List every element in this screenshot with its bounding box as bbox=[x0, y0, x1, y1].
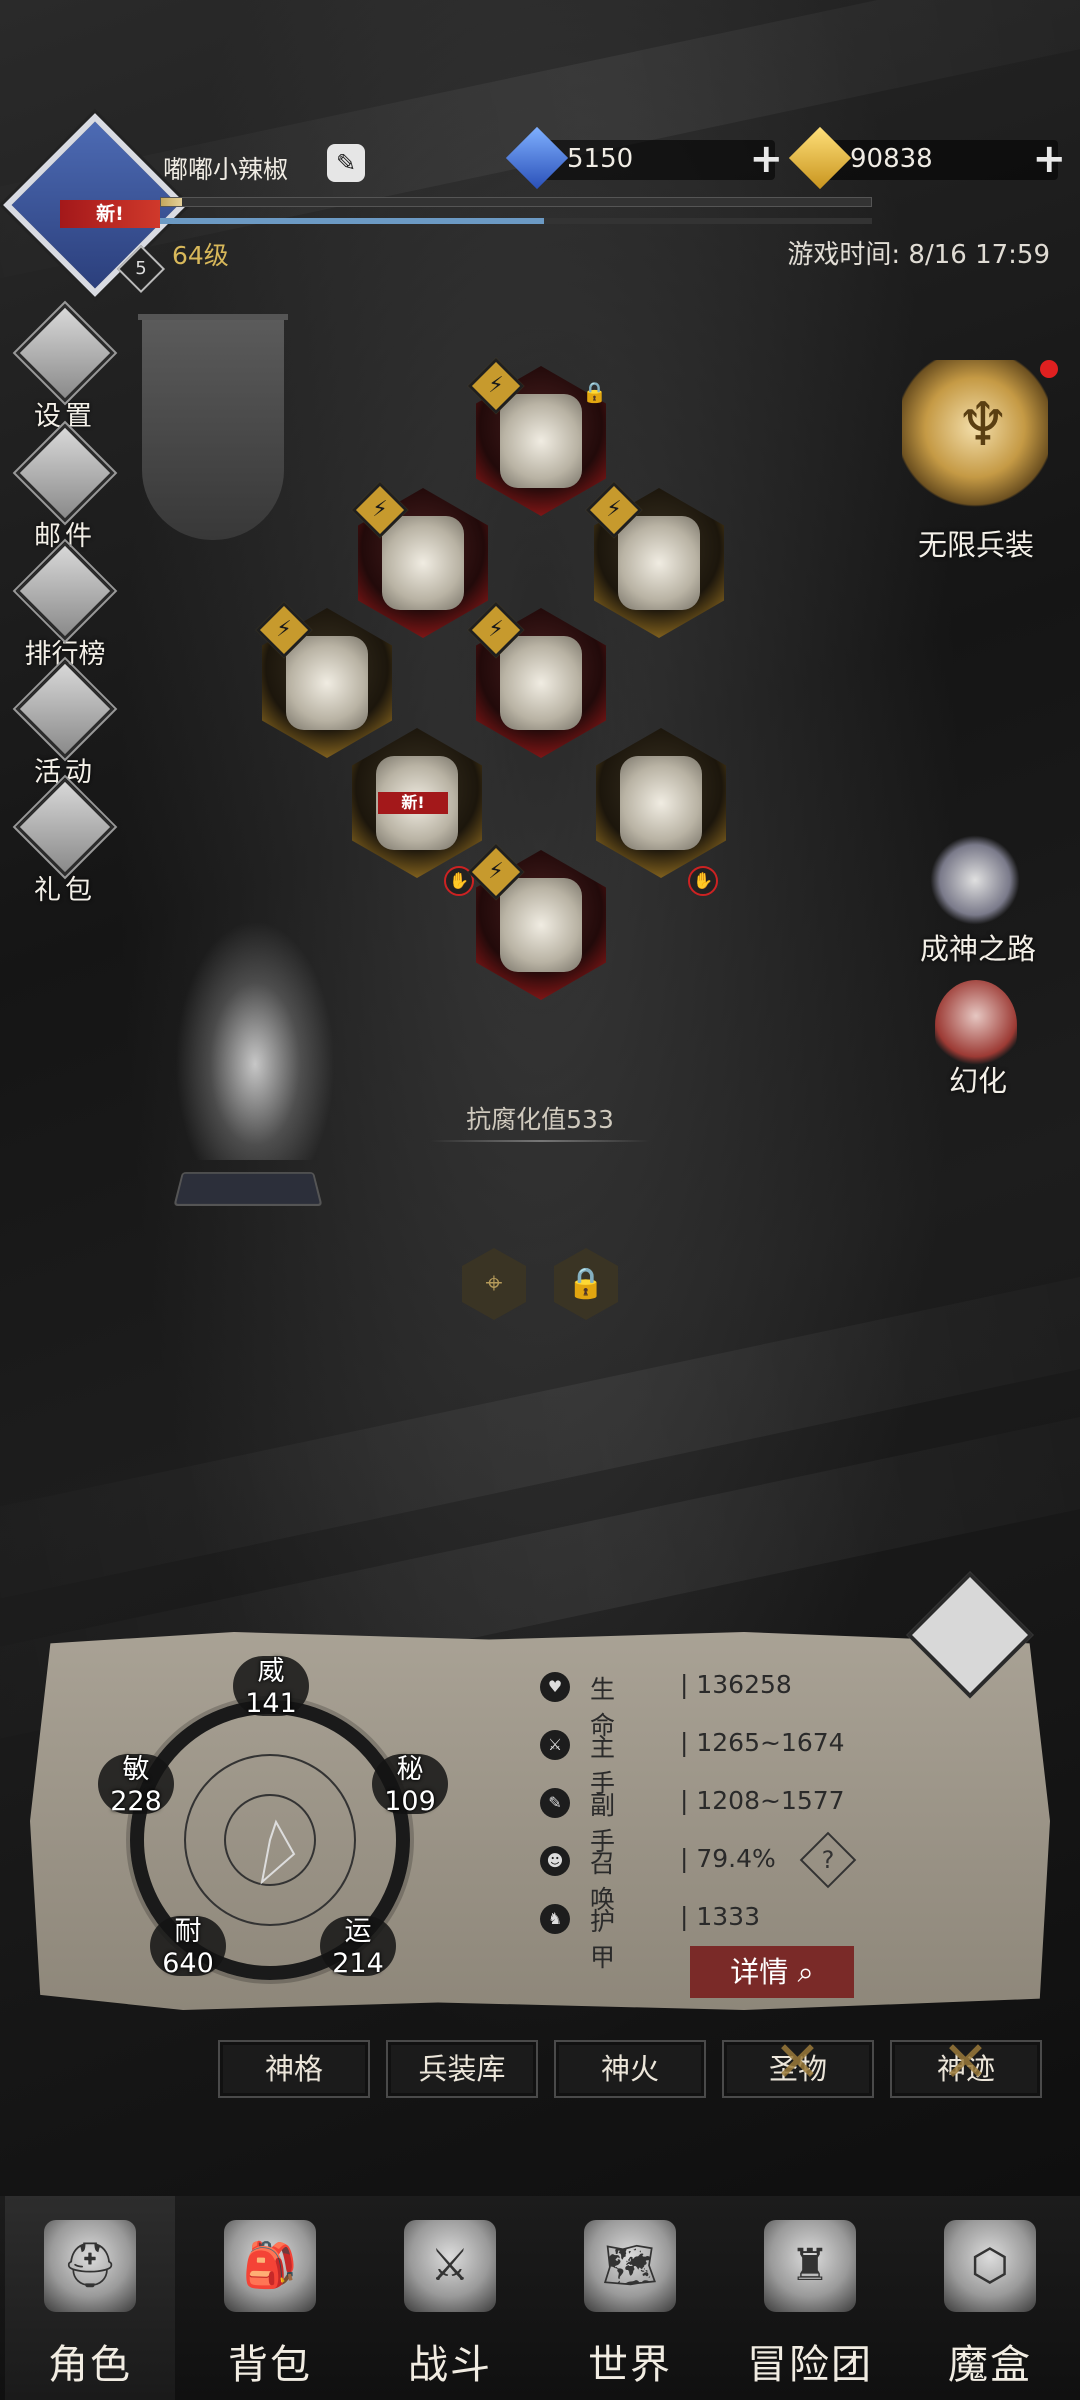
currency-blue-gem: 5150 + bbox=[505, 126, 783, 190]
new-item-tag: 新! bbox=[378, 792, 448, 814]
castle-icon: ♜ bbox=[764, 2220, 856, 2312]
huanhua-label: 幻化 bbox=[948, 1064, 1007, 1098]
cube-icon: ⬡ bbox=[944, 2220, 1036, 2312]
attr-min: 敏 228 bbox=[110, 1754, 162, 1817]
attr-nai: 耐 640 bbox=[162, 1916, 214, 1979]
menu-activity[interactable]: 活动 bbox=[10, 659, 120, 789]
tab-shenhuo[interactable]: 神火 bbox=[554, 2040, 706, 2098]
nav-battle[interactable]: ⚔ 战斗 bbox=[365, 2196, 535, 2400]
ring-icon bbox=[618, 516, 700, 610]
tab-shenji-locked[interactable]: 神迹 bbox=[890, 2036, 1042, 2098]
wuxian-label: 无限兵装 bbox=[917, 528, 1034, 562]
amulet-icon bbox=[382, 516, 464, 610]
shield-sword-icon: ⚔ bbox=[404, 2220, 496, 2312]
xp-bar bbox=[160, 197, 872, 207]
gift-icon bbox=[15, 777, 115, 877]
currency-gold-gem: 90838 + bbox=[788, 126, 1066, 190]
nav-adventure-team[interactable]: ♜ 冒险团 bbox=[725, 2196, 895, 2400]
lock-icon: 🔒 bbox=[582, 380, 607, 404]
armor-icon bbox=[500, 636, 582, 730]
avatar-new-tag: 新! bbox=[60, 200, 160, 228]
map-icon: 🗺 bbox=[584, 2220, 676, 2312]
edit-icon[interactable]: ✎ bbox=[327, 144, 365, 182]
nav-character[interactable]: ⛑ 角色 bbox=[5, 2196, 175, 2400]
menu-ranking[interactable]: 排行榜 bbox=[10, 541, 120, 671]
off-hand-weapon-icon bbox=[620, 756, 702, 850]
hp-bar bbox=[160, 218, 872, 224]
menu-gift[interactable]: 礼包 bbox=[10, 777, 120, 907]
menu-settings[interactable]: 设置 bbox=[10, 303, 120, 433]
helmet-icon: ⛑ bbox=[44, 2220, 136, 2312]
gold-gem-icon bbox=[788, 126, 852, 190]
boots-icon bbox=[500, 878, 582, 972]
brazier[interactable] bbox=[173, 1172, 323, 1207]
heart-icon: ♥ bbox=[540, 1672, 570, 1702]
chengshen-icon[interactable] bbox=[930, 835, 1020, 925]
red-alert-icon: ✋ bbox=[688, 866, 718, 896]
ranking-icon bbox=[15, 541, 115, 641]
activity-icon bbox=[15, 659, 115, 759]
wuxian-bingzhuang-button[interactable]: ♆ bbox=[902, 360, 1048, 510]
guild-banner[interactable] bbox=[142, 320, 284, 540]
summon-icon: ☻ bbox=[540, 1846, 570, 1876]
menu-mail[interactable]: 邮件 bbox=[10, 423, 120, 553]
detail-button[interactable]: 详情 ⌕ bbox=[690, 1946, 854, 1998]
belt-icon bbox=[286, 636, 368, 730]
tab-bingzhuangku[interactable]: 兵装库 bbox=[386, 2040, 538, 2098]
player-level: 64级 bbox=[172, 241, 229, 270]
attr-yun: 运 214 bbox=[332, 1916, 384, 1979]
magnifier-icon: ⌕ bbox=[797, 1955, 814, 1989]
blue-gem-icon bbox=[505, 126, 569, 190]
tab-shenge[interactable]: 神格 bbox=[218, 2040, 370, 2098]
chengshen-label: 成神之路 bbox=[919, 932, 1036, 966]
attr-wei: 威 141 bbox=[245, 1656, 297, 1719]
divider bbox=[430, 1140, 650, 1142]
tab-shengwu-locked[interactable]: 圣物 bbox=[722, 2036, 874, 2098]
game-time: 游戏时间: 8/16 17:59 bbox=[787, 240, 1050, 270]
armor-icon: ♞ bbox=[540, 1904, 570, 1934]
mail-icon bbox=[15, 423, 115, 523]
corruption-resist: 抗腐化值533 bbox=[466, 1105, 614, 1134]
bottom-nav: ⛑ 角色 🎒 背包 ⚔ 战斗 🗺 世界 ♜ 冒险团 ⬡ 魔盒 bbox=[0, 2196, 1080, 2400]
huanhua-icon[interactable] bbox=[935, 980, 1017, 1070]
emblem-icon: ♆ bbox=[956, 390, 1010, 460]
add-blue-gem-button[interactable]: + bbox=[749, 139, 783, 179]
nav-world[interactable]: 🗺 世界 bbox=[545, 2196, 715, 2400]
top-bar: 新! 5 嘟嘟小辣椒 ✎ 64级 5150 + 90838 + 游戏时间: 8/… bbox=[0, 0, 1080, 297]
nav-backpack[interactable]: 🎒 背包 bbox=[185, 2196, 355, 2400]
spirit-smoke bbox=[175, 920, 335, 1160]
notification-dot bbox=[1040, 360, 1058, 378]
add-gold-gem-button[interactable]: + bbox=[1032, 139, 1066, 179]
backpack-icon: 🎒 bbox=[224, 2220, 316, 2312]
sword-icon: ⚔ bbox=[540, 1730, 570, 1760]
nav-magic-box[interactable]: ⬡ 魔盒 bbox=[905, 2196, 1075, 2400]
helmet-icon bbox=[500, 394, 582, 488]
dagger-icon: ✎ bbox=[540, 1788, 570, 1818]
gear-icon bbox=[15, 303, 115, 403]
player-name: 嘟嘟小辣椒 bbox=[163, 155, 289, 184]
attr-mi: 秘 109 bbox=[384, 1754, 436, 1817]
